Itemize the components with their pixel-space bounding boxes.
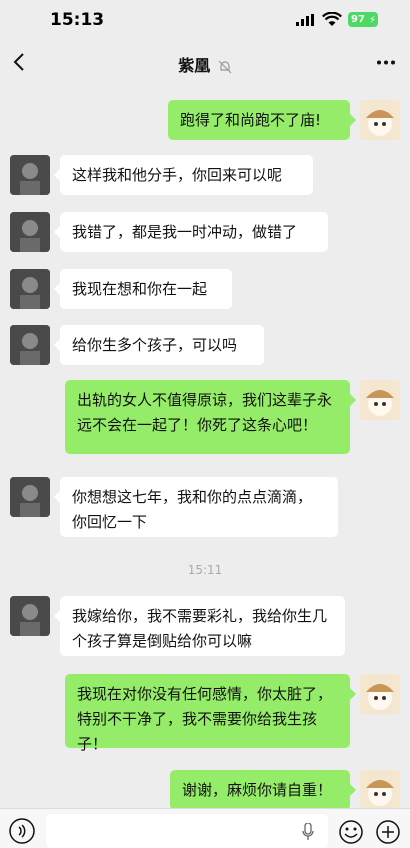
contact-message-bubble[interactable]: 我现在想和你在一起: [54, 269, 232, 309]
contact-message-bubble[interactable]: 这样我和他分手，你回来可以呢: [54, 155, 313, 195]
contact-avatar[interactable]: [10, 269, 50, 309]
contact-avatar[interactable]: [10, 212, 50, 252]
contact-avatar[interactable]: [10, 477, 50, 517]
charging-bolt-icon: ⚡: [368, 15, 376, 26]
nav-bar: 紫凰: [0, 40, 410, 84]
chat-area[interactable]: 跑得了和尚跑不了庙! 这样我和他分手，你回来可以呢 我错了，都是我一时冲动，做错…: [0, 84, 410, 808]
message-timestamp: 15:11: [187, 563, 223, 577]
contact-message-bubble[interactable]: 我错了，都是我一时冲动，做错了: [54, 212, 328, 252]
message-input[interactable]: [46, 814, 328, 848]
contact-message-bubble[interactable]: 给你生多个孩子，可以吗: [54, 325, 264, 365]
wifi-icon: [322, 12, 342, 26]
emoji-icon[interactable]: [338, 819, 364, 845]
my-avatar[interactable]: [360, 674, 400, 714]
contact-avatar[interactable]: [10, 155, 50, 195]
signal-icon: [296, 14, 314, 26]
input-bar: [0, 808, 410, 848]
my-message-bubble[interactable]: 跑得了和尚跑不了庙!: [168, 100, 356, 140]
contact-avatar[interactable]: [10, 325, 50, 365]
plus-icon[interactable]: [375, 819, 401, 845]
my-avatar[interactable]: [360, 100, 400, 140]
my-message-bubble[interactable]: 谢谢，麻烦你请自重！: [170, 770, 356, 808]
battery-level: 97: [351, 14, 365, 25]
microphone-icon[interactable]: [302, 823, 314, 841]
contact-message-bubble[interactable]: 你想想这七年，我和你的点点滴滴，你回忆一下: [54, 477, 338, 537]
status-bar: 15:13 97 ⚡: [0, 0, 410, 40]
mute-bell-icon: [218, 60, 232, 73]
battery-icon: 97 ⚡: [348, 12, 378, 27]
more-options-icon[interactable]: [376, 60, 396, 65]
my-avatar[interactable]: [360, 770, 400, 808]
voice-input-icon[interactable]: [8, 817, 36, 845]
my-message-bubble[interactable]: 出轨的女人不值得原谅，我们这辈子永远不会在一起了！你死了这条心吧！: [65, 380, 356, 454]
contact-avatar[interactable]: [10, 596, 50, 636]
my-message-bubble[interactable]: 我现在对你没有任何感情，你太脏了，特别不干净了，我不需要你给我生孩子！: [65, 674, 356, 753]
contact-name: 紫凰: [178, 56, 211, 75]
status-time: 15:13: [50, 10, 105, 30]
chat-title: 紫凰: [0, 52, 410, 76]
contact-message-bubble[interactable]: 我嫁给你，我不需要彩礼，我给你生几个孩子算是倒贴给你可以嘛: [54, 596, 345, 656]
my-avatar[interactable]: [360, 380, 400, 420]
